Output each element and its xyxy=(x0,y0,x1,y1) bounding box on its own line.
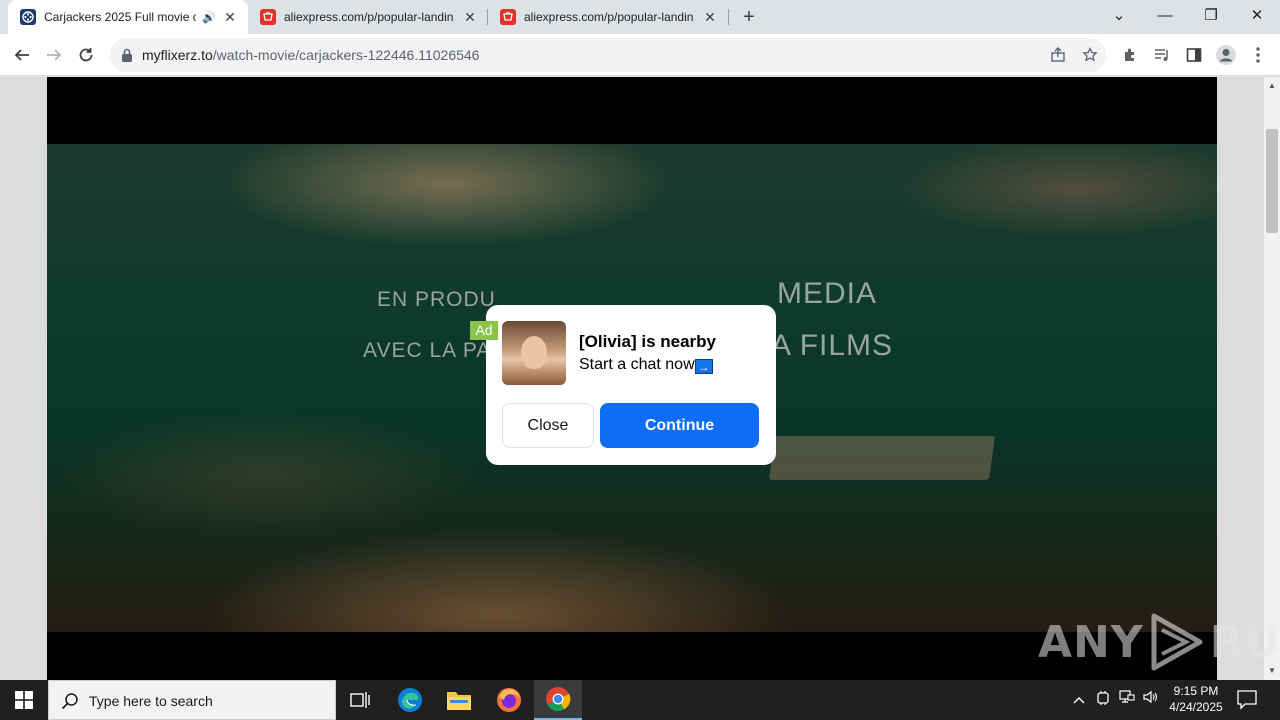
device-icon[interactable] xyxy=(1092,690,1114,710)
ad-avatar xyxy=(502,321,566,385)
ad-subtitle-text: Start a chat now xyxy=(579,356,695,373)
side-panel-icon[interactable] xyxy=(1180,41,1208,69)
forward-button[interactable] xyxy=(40,41,68,69)
start-button[interactable] xyxy=(0,680,48,720)
minimize-button[interactable]: — xyxy=(1142,0,1188,34)
windows-taskbar: Type here to search 9:15 PM 4/24/2025 xyxy=(0,680,1280,720)
edge-icon[interactable] xyxy=(386,680,434,720)
tab-search-chevron-icon[interactable]: ⌄ xyxy=(1096,0,1142,34)
ad-title: [Olivia] is nearby xyxy=(579,332,716,351)
firefox-icon[interactable] xyxy=(485,680,533,720)
taskbar-search-box[interactable]: Type here to search xyxy=(48,680,336,720)
system-clock[interactable]: 9:15 PM 4/24/2025 xyxy=(1160,683,1232,715)
credit-line-1-right: MEDIA xyxy=(777,277,878,310)
lock-icon[interactable] xyxy=(120,47,134,63)
tab-title: aliexpress.com/p/popular-landin xyxy=(524,10,694,24)
continue-button[interactable]: Continue xyxy=(600,403,759,448)
credit-line-1-left: EN PRODU xyxy=(377,288,496,311)
chrome-icon[interactable] xyxy=(534,680,582,720)
search-icon xyxy=(61,692,79,710)
new-tab-button[interactable]: + xyxy=(736,4,762,30)
aliexpress-icon xyxy=(260,9,276,25)
ad-popup: [Olivia] is nearby Start a chat now → Clo… xyxy=(486,305,776,465)
credit-line-2-left: AVEC LA PA xyxy=(363,339,492,362)
volume-icon[interactable] xyxy=(1140,690,1162,710)
close-button[interactable]: Close xyxy=(502,403,594,448)
file-explorer-icon[interactable] xyxy=(435,680,483,720)
close-window-button[interactable]: ✕ xyxy=(1234,0,1280,34)
ad-subtitle: Start a chat now → xyxy=(579,356,713,374)
audio-playing-icon[interactable]: 🔊 xyxy=(202,11,216,24)
play-triangle-icon xyxy=(1151,613,1203,671)
playing-card-shape xyxy=(768,436,996,480)
tab-title: aliexpress.com/p/popular-landin xyxy=(284,10,454,24)
watermark-left: ANY xyxy=(1038,616,1144,668)
bookmark-star-icon[interactable] xyxy=(1076,41,1104,69)
extensions-puzzle-icon[interactable] xyxy=(1116,41,1144,69)
close-tab-icon[interactable]: ✕ xyxy=(702,9,718,26)
network-icon[interactable] xyxy=(1116,690,1138,710)
restore-button[interactable]: ❐ xyxy=(1188,0,1234,34)
task-view-icon[interactable] xyxy=(336,680,384,720)
media-controls-icon[interactable] xyxy=(1148,41,1176,69)
clock-date: 4/24/2025 xyxy=(1169,700,1223,714)
anyrun-watermark: ANY RUN xyxy=(1038,612,1280,672)
clock-time: 9:15 PM xyxy=(1173,684,1219,698)
credit-line-2-right: A FILMS xyxy=(771,329,894,362)
profile-avatar-icon[interactable] xyxy=(1212,41,1240,69)
film-reel-icon xyxy=(20,9,36,25)
windows-logo-icon xyxy=(15,691,33,709)
url-text[interactable]: myflixerz.to/watch-movie/carjackers-1224… xyxy=(142,47,479,63)
scrollbar-thumb[interactable] xyxy=(1266,129,1278,233)
reload-button[interactable] xyxy=(72,41,100,69)
close-tab-icon[interactable]: ✕ xyxy=(222,9,238,26)
page-scrollbar[interactable]: ▲ ▼ xyxy=(1264,77,1280,680)
arrow-right-icon: → xyxy=(694,359,713,374)
url-path: /watch-movie/carjackers-122446.11026546 xyxy=(212,47,480,63)
avatar-face xyxy=(521,336,547,369)
search-placeholder: Type here to search xyxy=(89,693,213,709)
kebab-menu-icon[interactable] xyxy=(1244,41,1272,69)
close-tab-icon[interactable]: ✕ xyxy=(462,9,478,26)
ad-badge: Ad xyxy=(470,321,498,340)
tab-separator xyxy=(728,9,729,25)
tab-title: Carjackers 2025 Full movie o xyxy=(44,10,196,24)
aliexpress-icon xyxy=(500,9,516,25)
tab-aliexpress-2[interactable]: aliexpress.com/p/popular-landin ✕ xyxy=(488,0,728,34)
back-button[interactable] xyxy=(8,41,36,69)
tab-strip: Carjackers 2025 Full movie o 🔊 ✕ aliexpr… xyxy=(0,0,1280,34)
url-host: myflixerz.to xyxy=(142,47,213,63)
tab-aliexpress-1[interactable]: aliexpress.com/p/popular-landin ✕ xyxy=(248,0,488,34)
tab-carjackers[interactable]: Carjackers 2025 Full movie o 🔊 ✕ xyxy=(8,0,248,34)
show-hidden-icons-chevron-icon[interactable] xyxy=(1068,690,1090,710)
notification-center-icon[interactable] xyxy=(1236,688,1260,712)
browser-toolbar: myflixerz.to/watch-movie/carjackers-1224… xyxy=(0,34,1280,76)
scroll-up-arrow-icon[interactable]: ▲ xyxy=(1267,81,1277,91)
watermark-right: RUN xyxy=(1209,616,1280,668)
address-bar[interactable]: myflixerz.to/watch-movie/carjackers-1224… xyxy=(110,38,1106,72)
share-icon[interactable] xyxy=(1044,41,1072,69)
